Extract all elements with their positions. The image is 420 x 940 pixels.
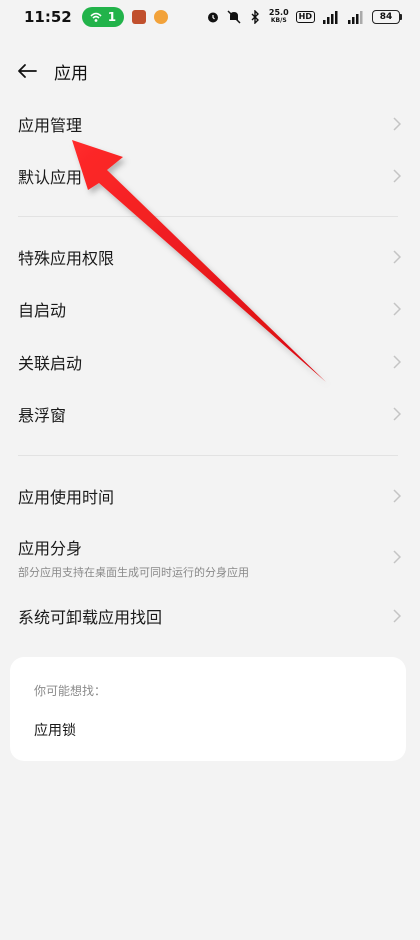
app-notification-icon bbox=[132, 10, 147, 24]
wifi-hotspot-icon bbox=[90, 12, 102, 22]
bluetooth-icon bbox=[248, 10, 262, 24]
status-bar: 11:52 1 25.0 KB/S HD 84 bbox=[0, 0, 420, 34]
list-item-label: 默认应用 bbox=[18, 168, 83, 187]
list-item-auto-start[interactable]: 自启动 bbox=[0, 283, 420, 335]
signal-icon-1 bbox=[322, 10, 340, 24]
chevron-right-icon bbox=[392, 488, 402, 504]
list-item-special-permissions[interactable]: 特殊应用权限 bbox=[0, 231, 420, 283]
status-time: 11:52 bbox=[24, 8, 72, 26]
list-item-label: 特殊应用权限 bbox=[18, 249, 115, 268]
section-divider bbox=[18, 216, 398, 217]
list-item-text: 应用分身 部分应用支持在桌面生成可同时运行的分身应用 bbox=[18, 535, 249, 580]
heart-notification-icon bbox=[154, 10, 169, 24]
chevron-right-icon bbox=[392, 249, 402, 265]
suggestions-card: 你可能想找： 应用锁 bbox=[10, 657, 406, 761]
chevron-right-icon bbox=[392, 168, 402, 184]
list-item-label: 悬浮窗 bbox=[18, 406, 67, 425]
list-item-label: 系统可卸载应用找回 bbox=[18, 608, 163, 627]
page-header: 应用 bbox=[0, 48, 420, 94]
signal-icon-2 bbox=[347, 10, 365, 24]
page-title: 应用 bbox=[54, 63, 88, 84]
list-item-restore-uninstallable-apps[interactable]: 系统可卸载应用找回 bbox=[0, 590, 420, 642]
back-arrow-icon bbox=[18, 64, 37, 78]
chevron-right-icon bbox=[392, 406, 402, 422]
list-item-label: 自启动 bbox=[18, 301, 67, 320]
battery-tip bbox=[400, 14, 402, 20]
list-item-label: 关联启动 bbox=[18, 354, 83, 373]
alarm-icon bbox=[206, 10, 220, 24]
list-item-app-usage-time[interactable]: 应用使用时间 bbox=[0, 470, 420, 522]
hotspot-count: 1 bbox=[107, 10, 117, 24]
chevron-right-icon bbox=[392, 301, 402, 317]
mute-icon bbox=[227, 10, 241, 24]
hotspot-indicator[interactable]: 1 bbox=[81, 7, 125, 27]
chevron-right-icon bbox=[392, 608, 402, 624]
back-button[interactable] bbox=[16, 60, 38, 82]
list-item-app-management[interactable]: 应用管理 bbox=[0, 98, 420, 150]
list-item-label: 应用使用时间 bbox=[18, 488, 115, 507]
chevron-right-icon bbox=[392, 549, 402, 565]
battery-indicator: 84 bbox=[372, 10, 402, 24]
suggestions-title: 你可能想找： bbox=[34, 684, 107, 698]
network-speed: 25.0 KB/S bbox=[268, 8, 289, 25]
list-item-default-apps[interactable]: 默认应用 bbox=[0, 150, 420, 202]
list-item-app-clone[interactable]: 应用分身 部分应用支持在桌面生成可同时运行的分身应用 bbox=[0, 527, 420, 587]
list-item-associated-start[interactable]: 关联启动 bbox=[0, 336, 420, 388]
hd-icon: HD bbox=[295, 11, 315, 23]
battery-level: 84 bbox=[372, 10, 400, 24]
suggestion-item-app-lock[interactable]: 应用锁 bbox=[34, 720, 76, 740]
list-item-label: 应用分身 bbox=[18, 538, 83, 558]
list-item-floating-window[interactable]: 悬浮窗 bbox=[0, 388, 420, 440]
list-item-label: 应用管理 bbox=[18, 116, 83, 135]
list-item-sublabel: 部分应用支持在桌面生成可同时运行的分身应用 bbox=[18, 565, 249, 579]
chevron-right-icon bbox=[392, 354, 402, 370]
chevron-right-icon bbox=[392, 116, 402, 132]
section-divider bbox=[18, 455, 398, 456]
